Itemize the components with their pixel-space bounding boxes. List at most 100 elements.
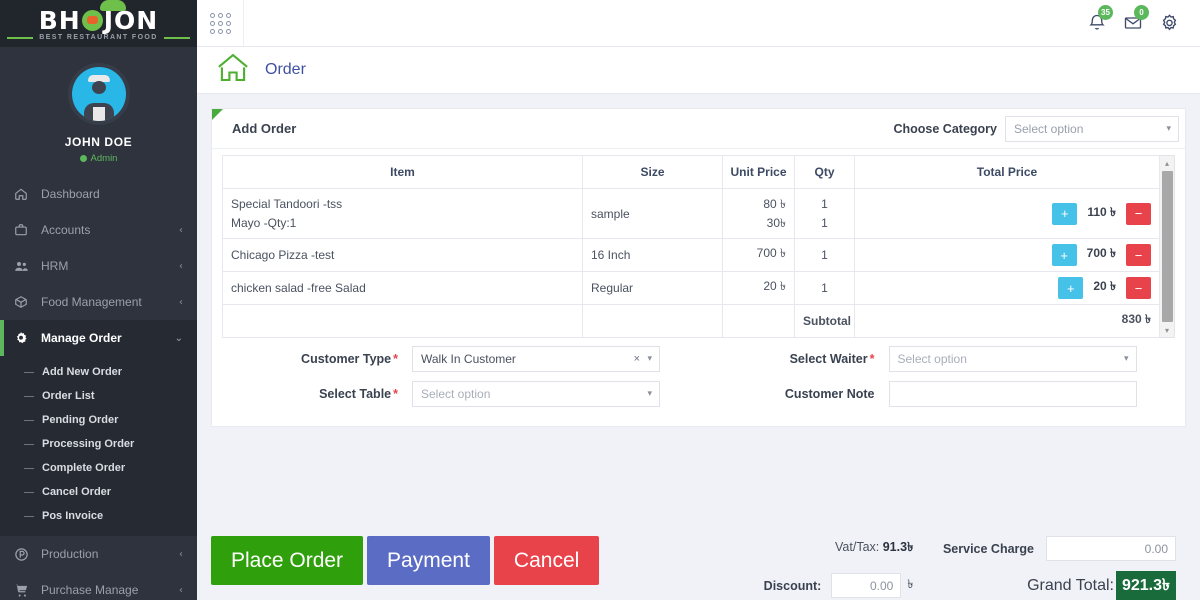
dash-icon xyxy=(24,467,34,469)
payment-button[interactable]: Payment xyxy=(367,536,490,586)
grand-total-label: Grand Total: xyxy=(1027,576,1114,594)
sidebar-item-food-management[interactable]: Food Management ‹ xyxy=(0,284,197,320)
cell-size: 16 Inch xyxy=(582,238,723,273)
subtotal-spacer-3 xyxy=(722,304,795,339)
cell-unit-price: 700 ৳ xyxy=(722,238,795,273)
main-area: 35 0 Order Add Order Choose Category Sel… xyxy=(197,0,1200,600)
chevron-down-icon: ▾ xyxy=(1166,123,1171,134)
clear-icon[interactable]: × xyxy=(634,353,640,365)
customer-note-group: Customer Note xyxy=(699,381,1176,408)
select-waiter-group: Select Waiter * Select option ▾ xyxy=(699,346,1176,373)
chevron-left-icon: ‹ xyxy=(179,584,183,596)
sidebar-item-label: Food Management xyxy=(41,295,142,309)
service-charge-group: Service Charge xyxy=(913,536,1186,561)
add-order-panel: Add Order Choose Category Select option … xyxy=(211,108,1186,428)
choose-category-select[interactable]: Select option ▾ xyxy=(1005,115,1179,142)
cart-icon xyxy=(14,583,36,598)
totals-panel: Vat/Tax: 91.3৳ Service Charge Discount: … xyxy=(599,536,1186,600)
action-bar: Place Order Payment Cancel Vat/Tax: 91.3… xyxy=(197,528,1200,600)
submenu-label: Pending Order xyxy=(42,414,119,426)
customer-note-input[interactable] xyxy=(888,381,1137,408)
brand-logo[interactable]: BH JON BEST RESTAURANT FOOD xyxy=(0,0,197,47)
item-addon: Mayo -Qty:1 xyxy=(231,215,297,230)
notifications-button[interactable]: 35 xyxy=(1080,5,1114,40)
chevron-left-icon: ‹ xyxy=(179,296,183,308)
page-header: Order xyxy=(197,47,1200,94)
sidebar-item-pending-order[interactable]: Pending Order xyxy=(0,408,197,432)
select-table-group: Select Table * Select option ▾ xyxy=(222,381,699,408)
col-header-item: Item xyxy=(222,155,583,189)
sidebar-item-processing-order[interactable]: Processing Order xyxy=(0,432,197,456)
scrollbar-thumb[interactable] xyxy=(1161,171,1173,323)
order-items-table: Item Size Unit Price Qty Total Price Spe… xyxy=(222,155,1160,339)
increase-qty-button[interactable]: + xyxy=(1052,202,1078,225)
scroll-up-arrow-icon[interactable]: ▴ xyxy=(1165,156,1169,170)
service-charge-label: Service Charge xyxy=(942,541,1034,556)
sidebar-submenu-wrapper: Add New Order Order List Pending Order P… xyxy=(0,356,197,536)
sidebar-item-complete-order[interactable]: Complete Order xyxy=(0,456,197,480)
grand-total-value: 921.3৳ xyxy=(1115,571,1176,600)
apps-grid-icon[interactable] xyxy=(197,0,244,47)
cell-total-price: + 700 ৳ − xyxy=(854,238,1160,273)
app-root: BH JON BEST RESTAURANT FOOD JOHN DOE Adm… xyxy=(0,0,1200,600)
gear-icon xyxy=(14,331,36,345)
vat-label: Vat/Tax: xyxy=(835,539,880,554)
sidebar-item-cancel-order[interactable]: Cancel Order xyxy=(0,480,197,504)
chevron-left-icon: ‹ xyxy=(179,260,183,272)
customer-type-group: Customer Type * Walk In Customer × ▾ xyxy=(222,346,699,373)
home-icon xyxy=(14,187,36,201)
home-icon[interactable] xyxy=(215,50,251,91)
remove-item-button[interactable]: − xyxy=(1126,244,1151,267)
choose-category-label: Choose Category xyxy=(893,121,998,136)
sidebar-item-hrm[interactable]: HRM ‹ xyxy=(0,248,197,284)
increase-qty-button[interactable]: + xyxy=(1051,244,1077,267)
settings-button[interactable] xyxy=(1152,6,1186,40)
cell-qty: 1 xyxy=(794,271,855,306)
sidebar-item-purchase-manage[interactable]: Purchase Manage ‹ xyxy=(0,572,197,600)
col-header-unit-price: Unit Price xyxy=(722,155,795,189)
totals-row-2: Discount: ৳ Grand Total: 921.3৳ xyxy=(613,571,1186,600)
box-icon xyxy=(14,295,36,309)
submenu-label: Complete Order xyxy=(42,462,126,474)
mail-badge: 0 xyxy=(1134,5,1149,20)
sidebar-submenu: Add New Order Order List Pending Order P… xyxy=(0,356,197,536)
scroll-down-arrow-icon[interactable]: ▾ xyxy=(1165,323,1169,337)
customer-type-select[interactable]: Walk In Customer × ▾ xyxy=(412,346,660,373)
vat-tax: Vat/Tax: 91.3৳ xyxy=(835,539,913,559)
dash-icon xyxy=(24,443,34,445)
discount-label: Discount: xyxy=(763,578,822,593)
totals-row-1: Vat/Tax: 91.3৳ Service Charge xyxy=(613,536,1186,561)
required-mark: * xyxy=(393,387,398,402)
vat-value: 91.3৳ xyxy=(882,539,914,554)
remove-item-button[interactable]: − xyxy=(1126,277,1151,300)
avatar[interactable] xyxy=(67,63,130,125)
sidebar-item-dashboard[interactable]: Dashboard xyxy=(0,176,197,212)
vat-group: Vat/Tax: 91.3৳ xyxy=(613,539,913,559)
cell-unit-price: 20 ৳ xyxy=(722,271,795,306)
cancel-button[interactable]: Cancel xyxy=(493,536,600,586)
panel-header: Add Order Choose Category Select option … xyxy=(212,109,1185,149)
sidebar-item-add-new-order[interactable]: Add New Order xyxy=(0,360,197,384)
submenu-label: Order List xyxy=(42,390,95,402)
place-order-button[interactable]: Place Order xyxy=(211,536,364,586)
sidebar-item-accounts[interactable]: Accounts ‹ xyxy=(0,212,197,248)
user-name: JOHN DOE xyxy=(64,135,133,149)
col-header-size: Size xyxy=(582,155,723,189)
messages-button[interactable]: 0 xyxy=(1116,5,1150,40)
select-table-select[interactable]: Select option ▾ xyxy=(412,381,660,408)
table-scrollbar[interactable]: ▴ ▾ xyxy=(1160,155,1175,339)
divider-right xyxy=(163,36,190,39)
sidebar-item-production[interactable]: Production ‹ xyxy=(0,536,197,572)
row-total-amount: 110 ৳ xyxy=(1087,204,1116,219)
remove-item-button[interactable]: − xyxy=(1126,202,1151,225)
sidebar-item-label: Production xyxy=(41,547,99,561)
service-charge-input[interactable] xyxy=(1046,536,1176,561)
production-icon xyxy=(14,547,36,562)
sidebar-item-pos-invoice[interactable]: Pos Invoice xyxy=(0,504,197,528)
discount-input[interactable] xyxy=(831,573,902,598)
select-waiter-select[interactable]: Select option ▾ xyxy=(888,346,1137,373)
increase-qty-button[interactable]: + xyxy=(1058,277,1084,300)
sidebar-item-order-list[interactable]: Order List xyxy=(0,384,197,408)
panel-title: Add Order xyxy=(232,121,297,136)
sidebar-item-manage-order[interactable]: Manage Order ⌄ xyxy=(0,320,197,356)
